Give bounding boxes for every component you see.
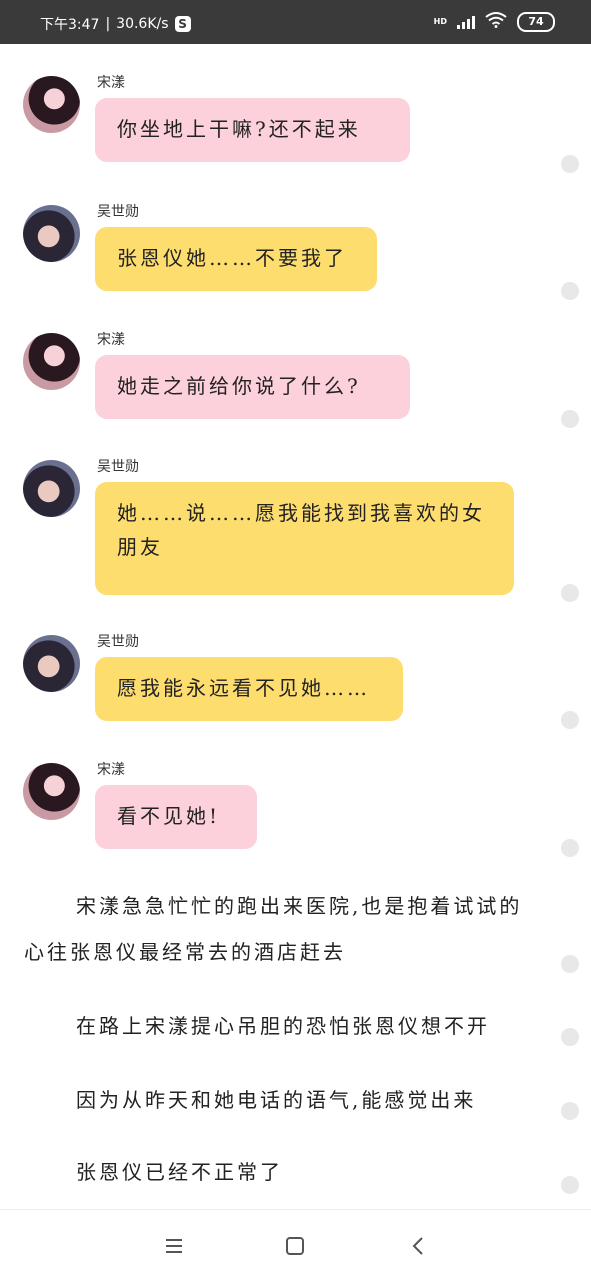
wifi-icon [485, 12, 507, 32]
message-bubble: 愿我能永远看不见她…… [95, 657, 403, 721]
status-bar: 下午3:47 | 30.6K/s S HD 74 [0, 0, 591, 44]
avatar-song-yang[interactable] [23, 763, 80, 820]
message-bubble: 她……说……愿我能找到我喜欢的女朋友 [95, 482, 514, 595]
app-notification-icon: S [174, 16, 191, 32]
back-icon[interactable] [407, 1234, 431, 1258]
narration-paragraph: 宋漾急急忙忙的跑出来医院,也是抱着试试的心往张恩仪最经常去的酒店赶去 [24, 894, 523, 964]
sender-name: 宋漾 [97, 762, 125, 778]
comment-dot[interactable] [561, 584, 579, 602]
avatar-song-yang[interactable] [23, 76, 80, 133]
avatar-wu-shixun[interactable] [23, 635, 80, 692]
comment-dot[interactable] [561, 1176, 579, 1194]
status-left: 下午3:47 | 30.6K/s S [40, 14, 191, 34]
narration-paragraph: 张恩仪已经不正常了 [76, 1160, 283, 1184]
message-bubble: 你坐地上干嘛?还不起来 [95, 98, 410, 162]
network-speed: 30.6K/s [116, 16, 169, 32]
comment-dot[interactable] [561, 1102, 579, 1120]
menu-icon[interactable] [162, 1234, 186, 1258]
narration-paragraph: 因为从昨天和她电话的语气,能感觉出来 [76, 1088, 477, 1112]
sender-name: 宋漾 [97, 332, 125, 348]
sender-name: 吴世勋 [97, 204, 139, 220]
avatar-wu-shixun[interactable] [23, 460, 80, 517]
navigation-bar [0, 1209, 591, 1281]
narration-paragraph: 在路上宋漾提心吊胆的恐怕张恩仪想不开 [76, 1014, 490, 1038]
status-right: HD 74 [434, 12, 555, 32]
comment-dot[interactable] [561, 155, 579, 173]
comment-dot[interactable] [561, 410, 579, 428]
avatar-song-yang[interactable] [23, 333, 80, 390]
message-bubble: 张恩仪她……不要我了 [95, 227, 377, 291]
signal-icon [457, 15, 475, 29]
sender-name: 宋漾 [97, 75, 125, 91]
comment-dot[interactable] [561, 839, 579, 857]
hd-label: HD [433, 17, 447, 26]
status-divider: | [105, 16, 111, 32]
comment-dot[interactable] [561, 711, 579, 729]
battery-indicator: 74 [517, 12, 555, 32]
sender-name: 吴世勋 [97, 459, 139, 475]
message-bubble: 她走之前给你说了什么? [95, 355, 410, 419]
comment-dot[interactable] [561, 1028, 579, 1046]
status-time: 下午3:47 [40, 17, 100, 33]
avatar-wu-shixun[interactable] [23, 205, 80, 262]
comment-dot[interactable] [561, 955, 579, 973]
home-icon[interactable] [283, 1234, 307, 1258]
message-bubble: 看不见她! [95, 785, 257, 849]
sender-name: 吴世勋 [97, 634, 139, 650]
comment-dot[interactable] [561, 282, 579, 300]
